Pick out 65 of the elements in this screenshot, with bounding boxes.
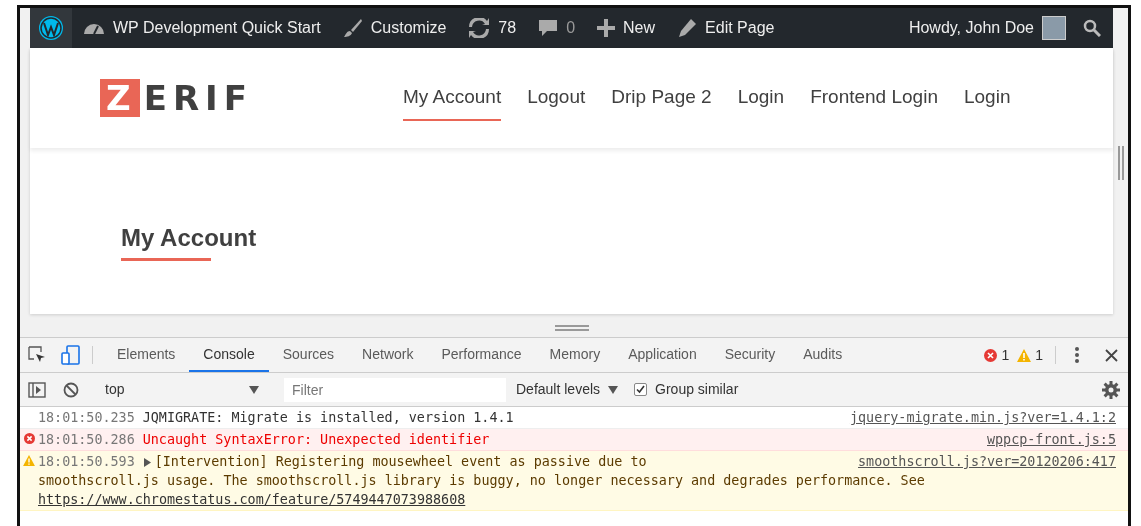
warning-icon bbox=[23, 455, 35, 466]
warning-icon bbox=[1017, 348, 1032, 362]
scrollbar-grip[interactable] bbox=[1117, 146, 1124, 180]
dropdown-caret-icon bbox=[608, 385, 619, 394]
devtools-tab[interactable]: Performance bbox=[427, 338, 536, 372]
devtools-tab[interactable]: Elements bbox=[103, 338, 190, 372]
devtools-tab[interactable]: Network bbox=[348, 338, 428, 372]
expand-triangle-icon[interactable] bbox=[142, 457, 152, 467]
admin-bar-link[interactable]: 0 bbox=[566, 16, 576, 40]
search-icon[interactable] bbox=[1083, 19, 1101, 37]
logo-icon[interactable] bbox=[38, 15, 64, 41]
devtools-tab[interactable]: Sources bbox=[268, 338, 349, 372]
message-timestamp: 18:01:50.286 bbox=[38, 431, 135, 449]
levels-dropdown[interactable]: Default levels bbox=[516, 379, 635, 400]
menu-link[interactable]: Frontend Login bbox=[810, 74, 938, 122]
group-similar-label[interactable]: Group similar bbox=[655, 379, 739, 400]
admin-bar-link[interactable]: Customize bbox=[370, 16, 447, 40]
site-logo[interactable]: ERIF bbox=[143, 81, 253, 115]
error-count: 1 bbox=[1001, 345, 1010, 365]
menu-link[interactable]: Logout bbox=[527, 74, 586, 122]
message-timestamp: 18:01:50.593 bbox=[38, 453, 135, 471]
device-toggle-icon[interactable] bbox=[61, 345, 81, 365]
pencil-icon bbox=[677, 18, 698, 38]
admin-bar-link[interactable]: WP Development Quick Start bbox=[113, 16, 321, 40]
admin-bar-link[interactable]: Edit Page bbox=[705, 16, 775, 40]
devtools-tab[interactable]: Memory bbox=[535, 338, 615, 372]
menu-link[interactable]: Login bbox=[737, 74, 785, 122]
message-source-link[interactable]: wppcp-front.js:5 bbox=[987, 430, 1116, 449]
speech-bubble-icon bbox=[538, 19, 559, 37]
message-detail-text: smoothscroll.js usage. The smoothscroll.js library is buggy, no longer necessary and degrades performance. See bbox=[38, 472, 926, 490]
message-text: [Intervention] Registering mousewheel event as passive due to bbox=[154, 453, 647, 471]
sidebar-toggle-icon[interactable] bbox=[28, 381, 46, 398]
menu-link[interactable]: My Account bbox=[402, 74, 502, 122]
clear-console-icon[interactable] bbox=[63, 381, 79, 398]
dropdown-caret-icon bbox=[249, 385, 259, 394]
context-dropdown[interactable]: top bbox=[97, 379, 267, 400]
error-icon bbox=[23, 433, 35, 444]
avatar-photo bbox=[1042, 16, 1066, 40]
more-menu-icon[interactable] bbox=[1075, 347, 1079, 363]
menu-link[interactable]: Drip Page 2 bbox=[611, 74, 712, 122]
menu-link[interactable]: Login bbox=[963, 74, 1011, 122]
close-icon[interactable] bbox=[1104, 348, 1118, 362]
message-source-link[interactable]: jquery-migrate.min.js?ver=1.4.1:2 bbox=[849, 408, 1116, 427]
group-similar-checkbox[interactable] bbox=[634, 383, 648, 396]
message-text: JQMIGRATE: Migrate is installed, version 1.4.1 bbox=[142, 409, 514, 427]
admin-bar-link[interactable]: 78 bbox=[498, 16, 517, 40]
settings-icon[interactable] bbox=[1102, 380, 1120, 399]
filter-field[interactable]: Filter bbox=[284, 377, 506, 402]
devtools-tab[interactable]: Application bbox=[614, 338, 711, 372]
brush-icon bbox=[342, 18, 363, 38]
resize-handle-icon[interactable] bbox=[554, 325, 589, 331]
account-link[interactable]: Howdy, John Doe bbox=[908, 16, 1034, 40]
inspect-cursor-icon[interactable] bbox=[28, 346, 46, 364]
error-icon bbox=[984, 348, 998, 362]
message-link[interactable]: https://www.chromestatus.com/feature/5749447073988608 bbox=[38, 492, 466, 507]
message-timestamp: 18:01:50.235 bbox=[38, 409, 135, 427]
page-title: My Account bbox=[121, 223, 257, 253]
devtools-tab[interactable]: Audits bbox=[789, 338, 857, 372]
refresh-icon bbox=[468, 18, 491, 38]
message-text: Uncaught SyntaxError: Unexpected identifier bbox=[142, 431, 490, 449]
message-source-link[interactable]: smoothscroll.js?ver=20120206:417 bbox=[858, 452, 1116, 471]
devtools-tab[interactable]: Security bbox=[710, 338, 790, 372]
warning-count: 1 bbox=[1035, 345, 1043, 365]
admin-bar-link[interactable]: New bbox=[623, 16, 656, 40]
plus-icon bbox=[597, 19, 616, 37]
